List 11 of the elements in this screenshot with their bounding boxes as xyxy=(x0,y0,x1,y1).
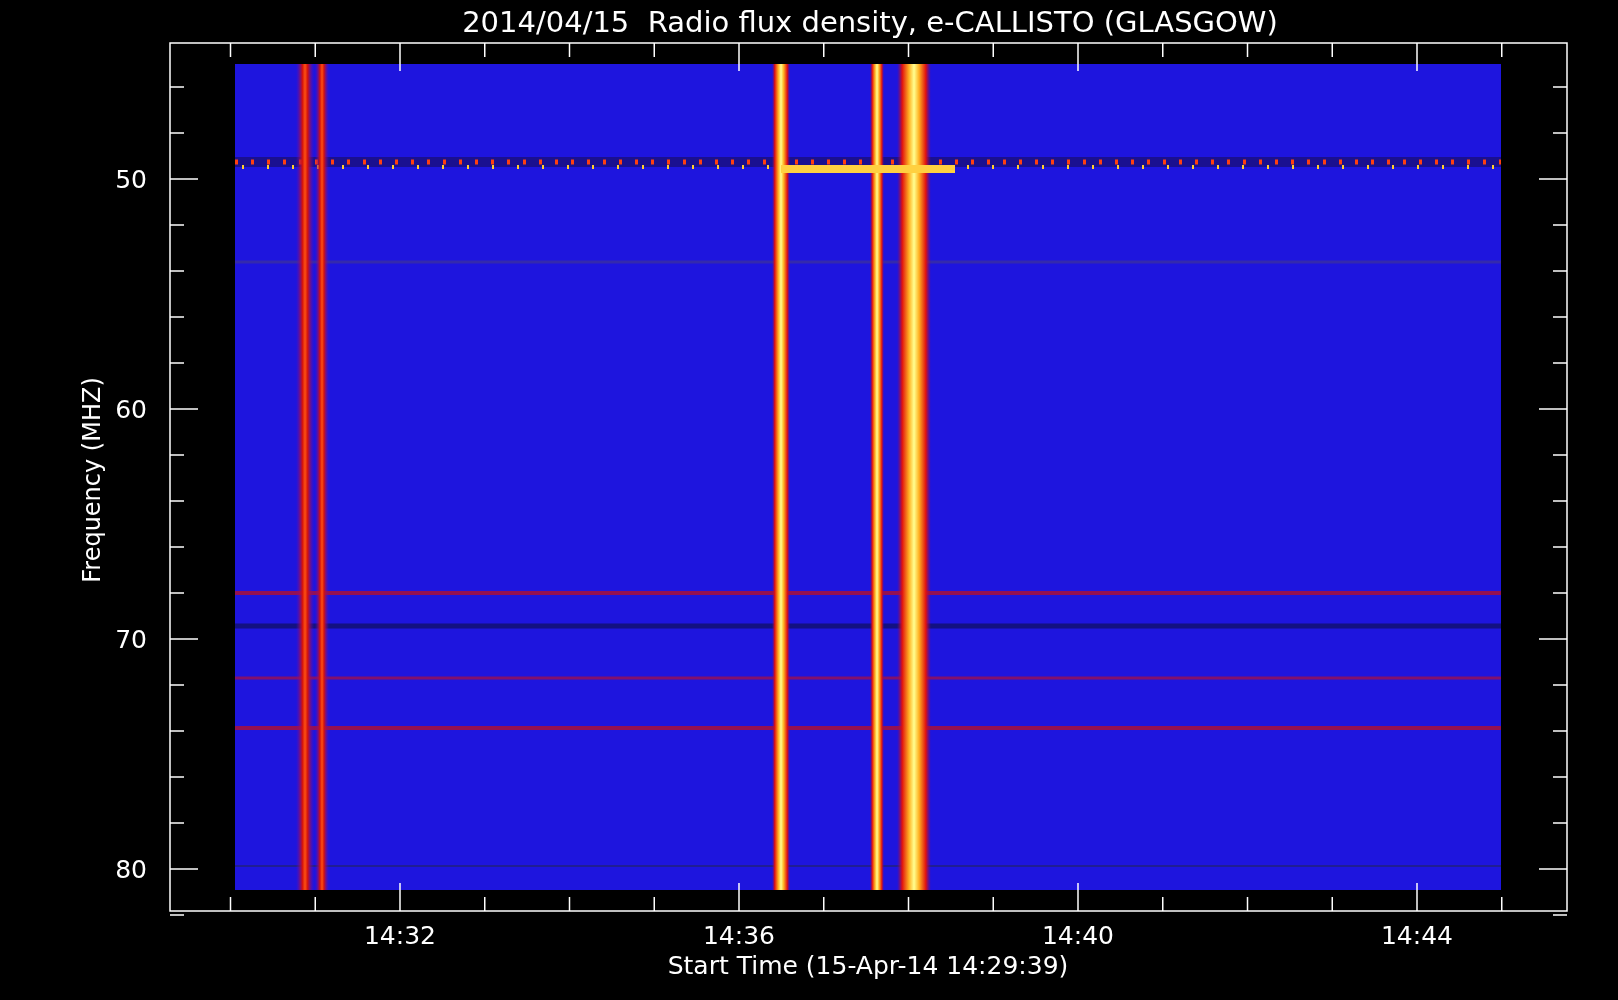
y-tick-label: 80 xyxy=(115,855,147,884)
y-tick-label: 60 xyxy=(115,395,147,424)
x-tick-label: 14:36 xyxy=(703,921,775,950)
x-tick-label: 14:40 xyxy=(1042,921,1114,950)
y-axis-label: Frequency (MHZ) xyxy=(78,377,106,583)
x-tick-label: 14:44 xyxy=(1381,921,1453,950)
y-tick-label: 50 xyxy=(115,165,147,194)
x-tick-label: 14:32 xyxy=(364,921,436,950)
chart-title: 2014/04/15 Radio flux density, e-CALLISTO (GLASGOW) xyxy=(462,5,1278,39)
y-tick-label: 70 xyxy=(115,625,147,654)
x-axis-label: Start Time (15-Apr-14 14:29:39) xyxy=(667,951,1069,980)
